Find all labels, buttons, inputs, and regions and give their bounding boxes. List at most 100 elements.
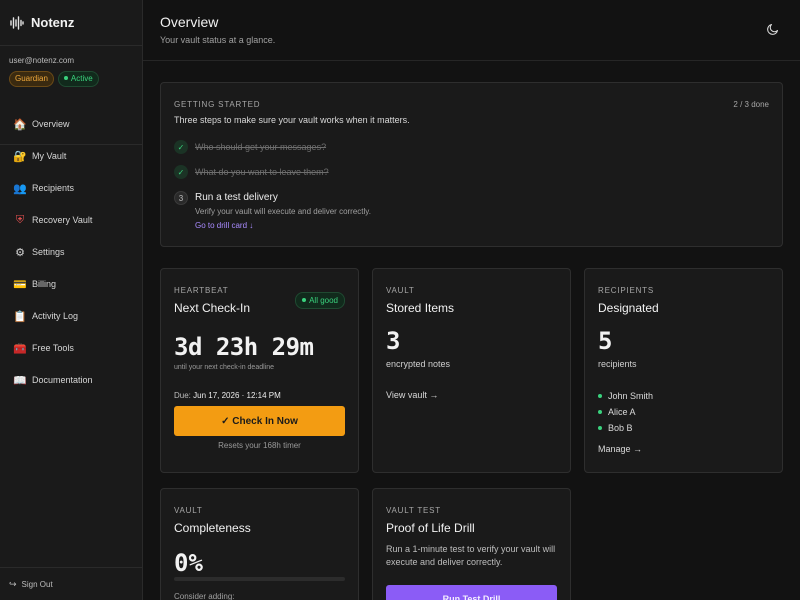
check-in-button[interactable]: ✓ Check In Now (174, 406, 345, 436)
user-email: user@notenz.com (9, 56, 75, 65)
sidebar-item-label: Overview (32, 119, 70, 129)
page-subtitle: Your vault status at a glance. (160, 35, 276, 45)
completeness-progress-bar (174, 577, 345, 581)
card-eyebrow: GETTING STARTED (174, 100, 261, 109)
sidebar-item-recipients[interactable]: 👥 Recipients (0, 172, 142, 204)
step-label: Who should get your messages? (195, 142, 327, 152)
card-title: Stored Items (386, 301, 455, 315)
heartbeat-card: HEARTBEAT Next Check-In All good 3d 23h … (160, 268, 359, 473)
status-dot-icon (63, 76, 68, 80)
gear-icon: ⚙ (15, 246, 25, 259)
sidebar-item-settings[interactable]: ⚙ Settings (0, 236, 142, 268)
sidebar-item-label: Recipients (32, 183, 75, 193)
go-to-drill-link[interactable]: Go to drill card ↓ (195, 221, 371, 230)
sidebar-item-label: Free Tools (32, 343, 74, 353)
sidebar-item-label: Settings (32, 247, 65, 257)
brand[interactable]: Notenz (0, 0, 142, 46)
toolbox-icon: 🧰 (13, 342, 27, 355)
page-header: Overview Your vault status at a glance. (143, 0, 800, 61)
getting-started-description: Three steps to make sure your vault work… (174, 115, 410, 125)
sidebar-item-overview[interactable]: 🏠 Overview (0, 108, 142, 140)
status-dot-icon (302, 298, 307, 302)
view-vault-link[interactable]: View vault → (386, 390, 438, 400)
sidebar-item-recovery-vault[interactable]: ⛨ Recovery Vault (0, 204, 142, 236)
clipboard-icon: 📋 (13, 310, 27, 323)
step-title: Run a test delivery (195, 192, 278, 203)
recipient-name: Bob B (608, 423, 633, 433)
check-icon: ✓ (174, 140, 188, 154)
sidebar-item-my-vault[interactable]: 🔐 My Vault (0, 140, 142, 172)
step-item[interactable]: ✓ Who should get your messages? (174, 140, 326, 154)
vault-items-card: VAULT Stored Items 3 encrypted notes Vie… (372, 268, 571, 473)
sidebar-item-documentation[interactable]: 📖 Documentation (0, 364, 142, 396)
sidebar-item-label: Recovery Vault (32, 215, 93, 225)
bullet-dot-icon (598, 394, 602, 398)
sidebar-item-label: Billing (32, 279, 57, 289)
check-in-note: Resets your 168h timer (218, 441, 301, 450)
recipients-list: John Smith Alice A Bob B (598, 388, 653, 436)
step-item-current: 3 Run a test delivery Verify your vault … (174, 191, 371, 230)
completeness-percent: 0% (174, 549, 203, 577)
due-label: Due: (174, 391, 191, 400)
sign-out-icon: ↪ (9, 578, 17, 589)
drill-card: VAULT TEST Proof of Life Drill Run a 1-m… (372, 488, 571, 600)
status-badge-label: All good (309, 296, 338, 305)
card-eyebrow: VAULT (174, 506, 203, 515)
bullet-dot-icon (598, 410, 602, 414)
sidebar-item-label: Activity Log (32, 311, 79, 321)
waveform-logo-icon (10, 15, 26, 31)
countdown-timer: 3d 23h 29m (174, 333, 314, 361)
card-title: Proof of Life Drill (386, 521, 475, 535)
card-eyebrow: RECIPIENTS (598, 286, 655, 295)
sidebar-item-label: My Vault (32, 151, 67, 161)
house-icon: 🏠 (13, 118, 27, 131)
recipient-name: Alice A (608, 407, 636, 417)
steps-progress: 2 / 3 done (733, 100, 769, 109)
getting-started-card: GETTING STARTED 2 / 3 done Three steps t… (160, 82, 783, 247)
manage-recipients-link[interactable]: Manage → (598, 444, 642, 454)
sidebar-item-billing[interactable]: 💳 Billing (0, 268, 142, 300)
bullet-dot-icon (598, 426, 602, 430)
drill-description: Run a 1-minute test to verify your vault… (386, 544, 556, 567)
card-title: Completeness (174, 521, 251, 535)
card-title: Designated (598, 301, 659, 315)
stored-items-label: encrypted notes (386, 359, 451, 369)
page-title: Overview (160, 14, 219, 30)
status-badge: Active (57, 71, 99, 87)
sidebar-item-free-tools[interactable]: 🧰 Free Tools (0, 332, 142, 364)
shield-icon: ⛨ (15, 213, 25, 226)
countdown-caption: until your next check-in deadline (174, 364, 275, 371)
status-badge: All good (295, 292, 345, 309)
theme-toggle-moon-icon[interactable] (766, 22, 780, 36)
sidebar: Notenz user@notenz.com Guardian Active 🏠… (0, 0, 143, 600)
completeness-card: VAULT Completeness 0% Consider adding: (160, 488, 359, 600)
check-icon: ✓ (174, 165, 188, 179)
due-value: Jun 17, 2026 · 12:14 PM (193, 391, 281, 400)
role-badge: Guardian (9, 71, 54, 87)
recipients-label: recipients (598, 359, 637, 369)
step-description: Verify your vault will execute and deliv… (195, 207, 371, 216)
run-test-drill-button[interactable]: Run Test Drill (386, 585, 557, 600)
list-item: John Smith (598, 388, 653, 404)
card-icon: 💳 (13, 278, 27, 291)
sidebar-nav: 🏠 Overview 🔐 My Vault 👥 Recipients ⛨ Recover… (0, 108, 142, 396)
step-number: 3 (174, 191, 188, 205)
card-eyebrow: VAULT (386, 286, 415, 295)
app-name: Notenz (31, 15, 75, 30)
people-icon: 👥 (13, 182, 27, 195)
recipients-count: 5 (598, 327, 613, 355)
recipients-card: RECIPIENTS Designated 5 recipients John … (584, 268, 783, 473)
card-eyebrow: VAULT TEST (386, 506, 441, 515)
sidebar-item-activity-log[interactable]: 📋 Activity Log (0, 300, 142, 332)
step-item[interactable]: ✓ What do you want to leave them? (174, 165, 329, 179)
list-item: Bob B (598, 420, 653, 436)
list-item: Alice A (598, 404, 653, 420)
sign-out-label: Sign Out (21, 579, 53, 589)
consider-adding-label: Consider adding: (174, 592, 235, 600)
sign-out-button[interactable]: ↪ Sign Out (0, 567, 142, 600)
stored-items-count: 3 (386, 327, 401, 355)
lock-icon: 🔐 (13, 150, 27, 163)
status-badge-label: Active (70, 74, 93, 83)
due-date: Due: Jun 17, 2026 · 12:14 PM (174, 391, 281, 400)
step-label: What do you want to leave them? (195, 167, 329, 177)
